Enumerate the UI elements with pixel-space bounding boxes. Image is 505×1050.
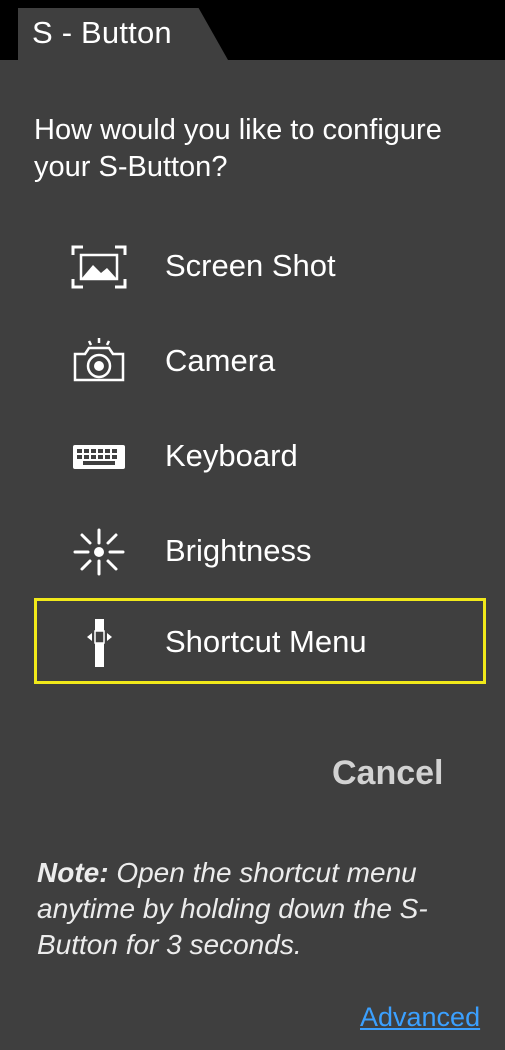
prompt-text: How would you like to configure your S-B… (34, 114, 442, 183)
keyboard-icon (67, 431, 131, 483)
option-label: Camera (165, 343, 276, 378)
option-label: Shortcut Menu (165, 624, 367, 659)
option-shortcut-menu[interactable]: Shortcut Menu (34, 598, 486, 684)
option-keyboard[interactable]: Keyboard (34, 412, 486, 498)
note-label: Note: (37, 857, 109, 888)
note-text: Note: Open the shortcut menu anytime by … (37, 855, 497, 963)
option-label: Keyboard (165, 438, 298, 473)
option-camera[interactable]: Camera (34, 317, 486, 403)
tab-title: S - Button (32, 15, 172, 50)
cancel-button[interactable]: Cancel (332, 748, 462, 798)
option-screen-shot[interactable]: Screen Shot (34, 222, 486, 308)
screenshot-icon (67, 241, 131, 293)
option-label: Screen Shot (165, 248, 336, 283)
camera-icon (67, 336, 131, 388)
option-brightness[interactable]: Brightness (34, 507, 486, 593)
shortcut-menu-icon (67, 617, 131, 669)
brightness-icon (67, 526, 131, 578)
option-label: Brightness (165, 533, 312, 568)
advanced-link[interactable]: Advanced (360, 1000, 480, 1034)
